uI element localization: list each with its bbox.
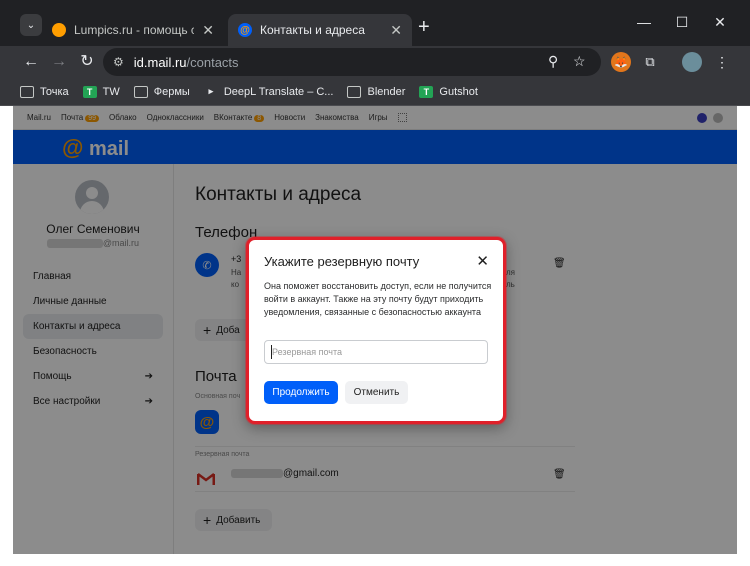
bookmark-star-icon[interactable]: ☆	[573, 53, 586, 70]
url-host: id.mail.ru	[133, 54, 187, 70]
bookmark-fermy[interactable]: Фермы	[133, 85, 190, 98]
close-tab-icon[interactable]: ✕	[390, 22, 402, 39]
close-window-icon[interactable]: ✕	[708, 14, 732, 31]
bookmark-gutshot[interactable]: T Gutshot	[419, 85, 478, 98]
folder-icon	[133, 85, 148, 98]
maximize-icon[interactable]: ☐	[670, 14, 694, 31]
backup-email-dialog: Укажите резервную почту ✕ Она поможет во…	[246, 237, 506, 424]
green-t-icon: T	[419, 85, 434, 98]
tab-title: Контакты и адреса	[260, 23, 365, 37]
lumpics-favicon-icon	[52, 23, 66, 37]
text-caret	[271, 345, 272, 359]
extensions-puzzle-icon[interactable]: ⧉	[640, 52, 660, 72]
dialog-title: Укажите резервную почту	[264, 254, 420, 269]
tab-lumpics[interactable]: Lumpics.ru - помощь с компь ✕	[42, 14, 224, 46]
close-icon[interactable]: ✕	[476, 252, 489, 270]
reload-icon[interactable]: ↻	[76, 51, 98, 73]
mail-favicon-icon: @	[238, 23, 252, 37]
profile-avatar[interactable]	[682, 52, 702, 72]
zoom-search-icon[interactable]: ⚲	[548, 53, 558, 70]
tab-contacts[interactable]: @ Контакты и адреса ✕	[228, 14, 412, 46]
bookmark-label: Фермы	[153, 85, 190, 98]
back-arrow-icon[interactable]: ←	[20, 51, 42, 73]
address-bar[interactable]: ⚙ id.mail.ru/contacts ⚲ ☆	[103, 48, 601, 76]
bookmark-tw[interactable]: T TW	[82, 85, 120, 98]
bookmark-blender[interactable]: Blender	[347, 85, 406, 98]
bookmark-tochka[interactable]: Точка	[20, 85, 69, 98]
tab-title: Lumpics.ru - помощь с компь	[74, 23, 195, 37]
bookmark-label: Точка	[40, 85, 69, 98]
site-info-icon[interactable]: ⚙	[113, 55, 124, 69]
dialog-description: Она поможет восстановить доступ, если не…	[264, 281, 492, 317]
bookmark-label: TW	[102, 85, 120, 98]
url-path: /contacts	[186, 54, 239, 70]
cancel-button[interactable]: Отменить	[345, 381, 408, 404]
bookmark-label: Gutshot	[439, 85, 478, 98]
folder-icon	[347, 85, 362, 98]
continue-button[interactable]: Продолжить	[264, 381, 338, 404]
bookmarks-bar: Точка T TW Фермы ▸ DeepL Translate – С... …	[0, 78, 750, 106]
metamask-extension-icon[interactable]: 🦊	[611, 52, 631, 72]
browser-tab-bar: ⌄ Lumpics.ru - помощь с компь ✕ @ Контак…	[0, 0, 750, 46]
bookmark-deepl[interactable]: ▸ DeepL Translate – С...	[204, 86, 334, 98]
bookmark-label: DeepL Translate – С...	[223, 85, 334, 98]
deepl-icon: ▸	[208, 86, 214, 96]
menu-kebab-icon[interactable]: ⋮	[712, 52, 732, 72]
folder-icon	[20, 85, 34, 98]
tab-search-button[interactable]: ⌄	[20, 14, 42, 36]
bookmark-label: Blender	[367, 85, 406, 98]
new-tab-button[interactable]: +	[418, 17, 430, 37]
minimize-icon[interactable]: —	[632, 14, 656, 30]
backup-email-input[interactable]	[264, 340, 488, 364]
green-t-icon: T	[82, 85, 97, 98]
close-tab-icon[interactable]: ✕	[202, 22, 214, 39]
browser-toolbar: ← → ↻ ⚙ id.mail.ru/contacts ⚲ ☆ 🦊 ⧉ ⋮	[0, 46, 750, 78]
forward-arrow-icon[interactable]: →	[48, 51, 70, 73]
